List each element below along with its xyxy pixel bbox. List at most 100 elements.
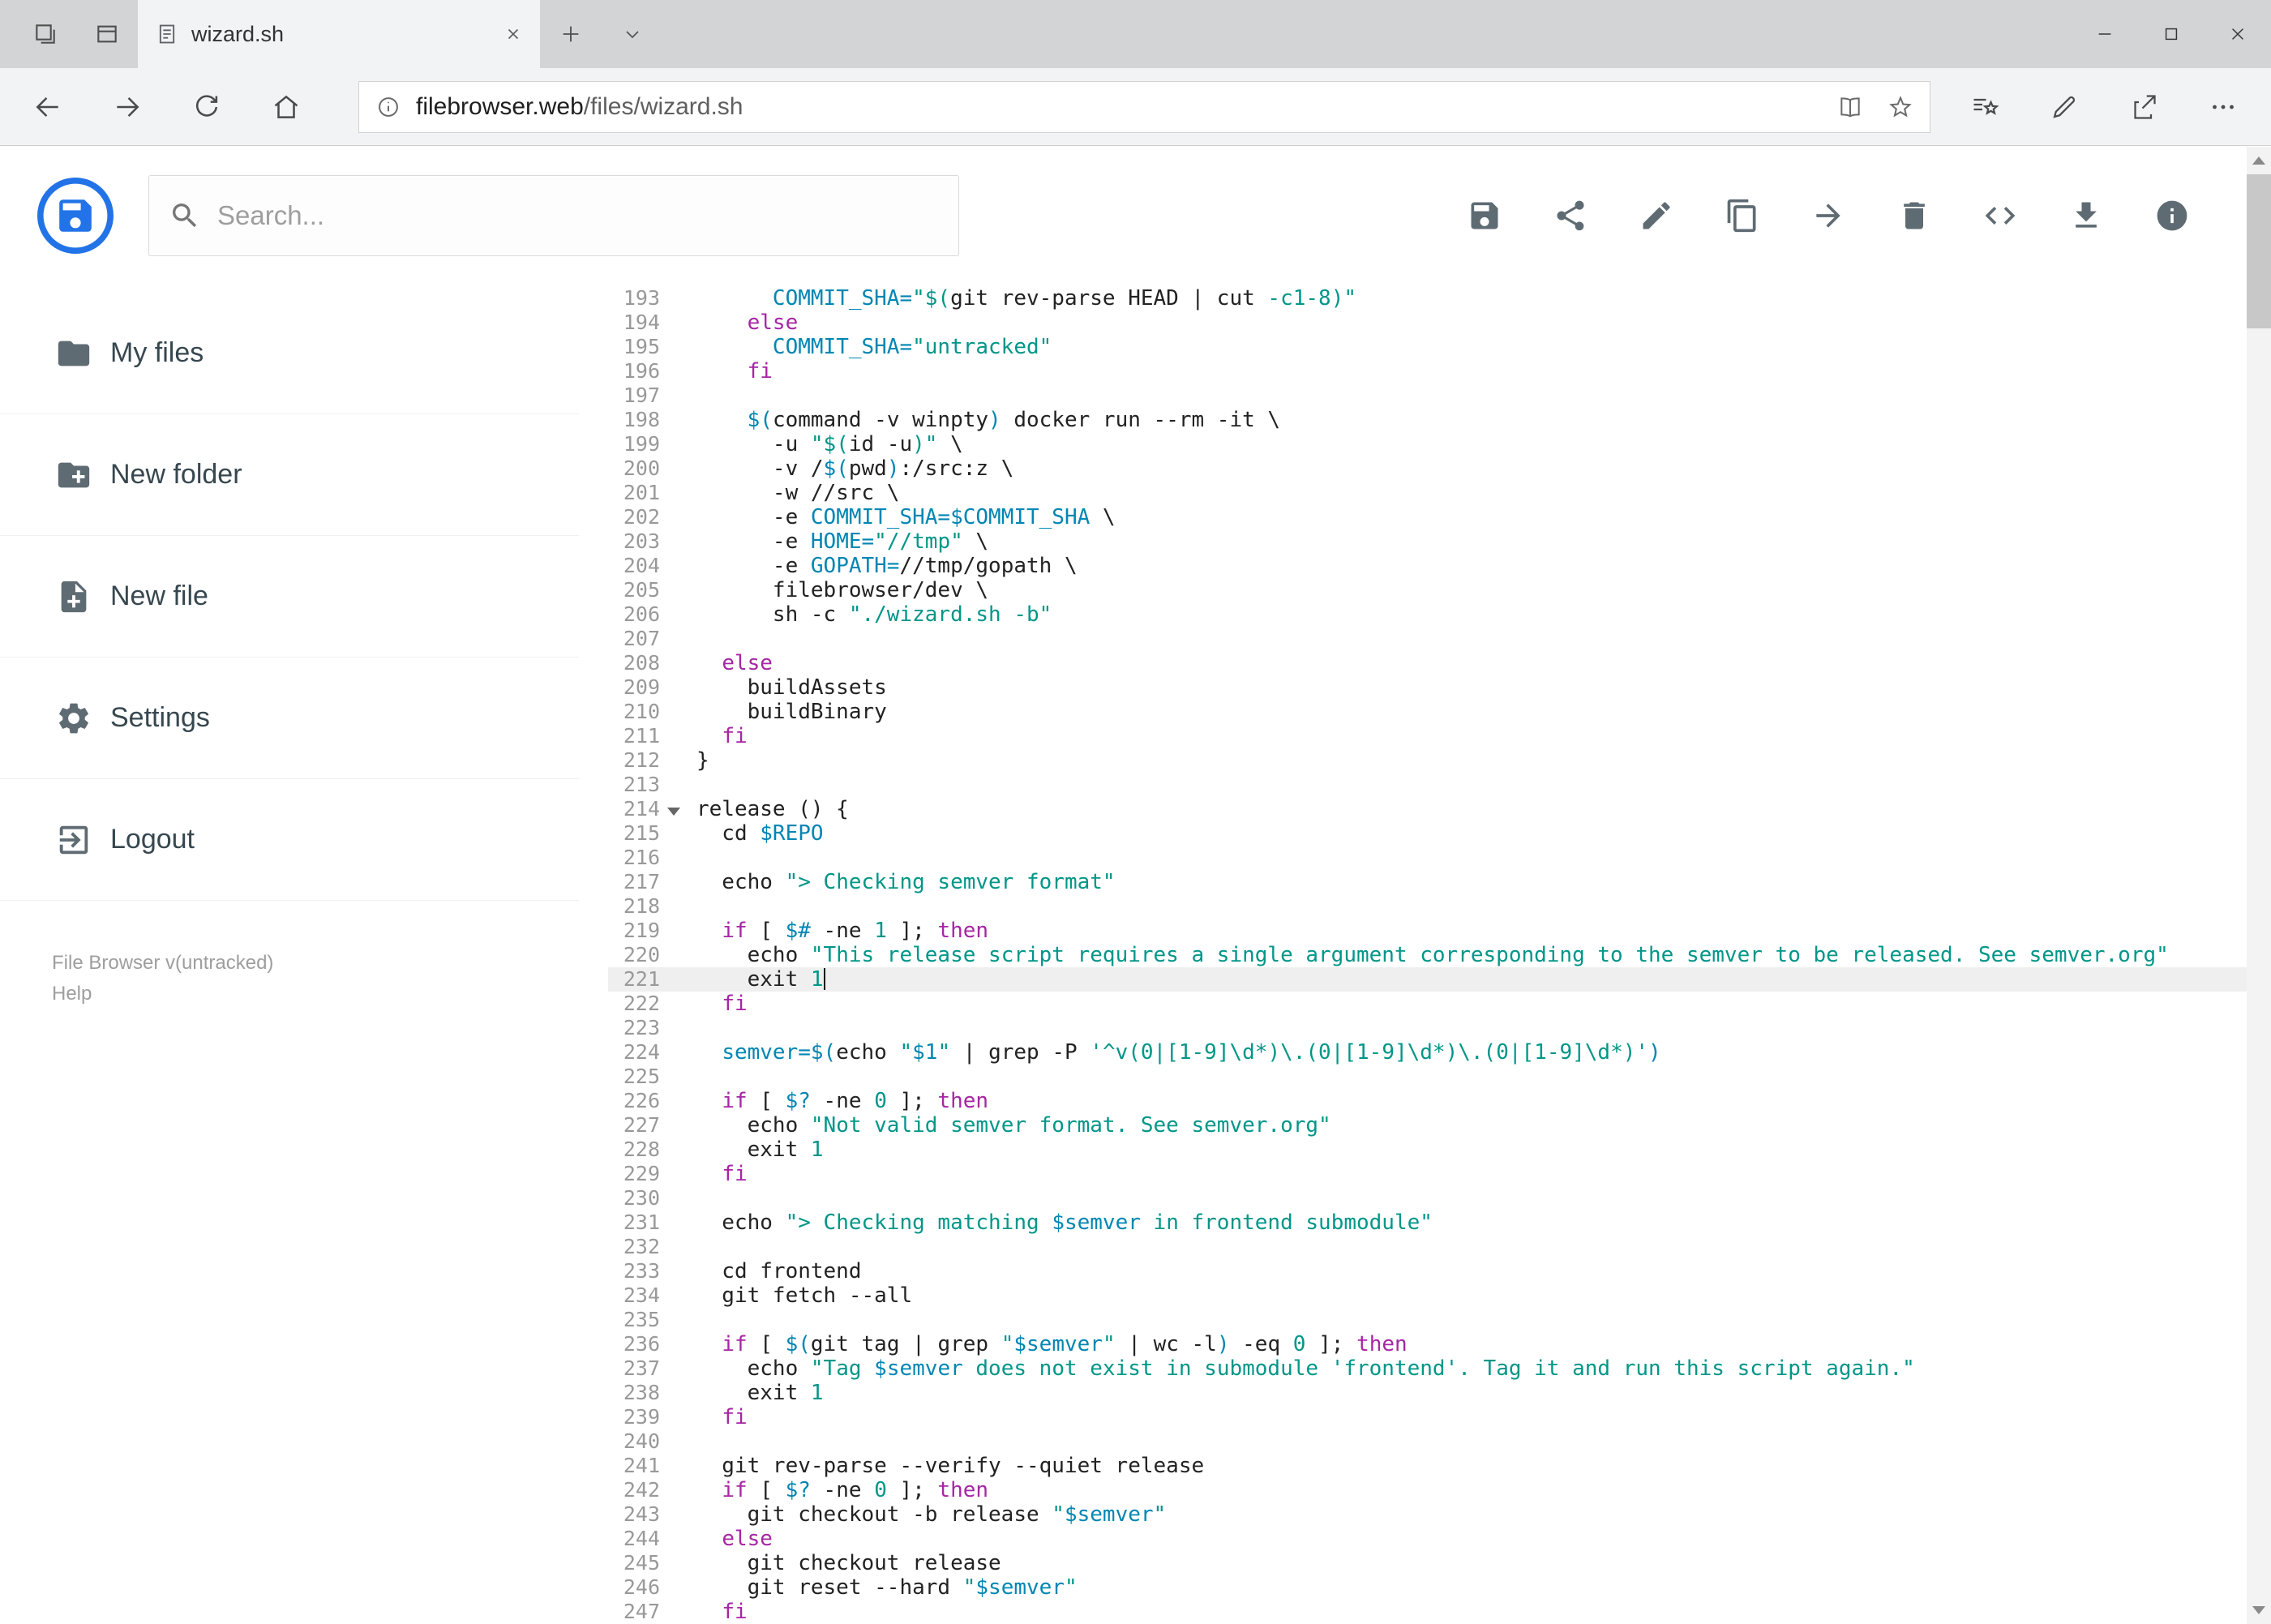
back-button[interactable] xyxy=(8,68,88,145)
add-favorite-button[interactable] xyxy=(1888,94,1913,120)
code-line-242[interactable]: 242 if [ $? -ne 0 ]; then xyxy=(608,1478,2247,1502)
code-line-215[interactable]: 215 cd $REPO xyxy=(608,821,2247,846)
code-line-205[interactable]: 205 filebrowser/dev \ xyxy=(608,578,2247,602)
code-line-202[interactable]: 202 -e COMMIT_SHA=$COMMIT_SHA \ xyxy=(608,505,2247,529)
code-editor[interactable]: 193 COMMIT_SHA="$(git rev-parse HEAD | c… xyxy=(579,285,2247,1624)
code-line-201[interactable]: 201 -w //src \ xyxy=(608,481,2247,505)
code-line-222[interactable]: 222 fi xyxy=(608,992,2247,1016)
code-line-217[interactable]: 217 echo "> Checking semver format" xyxy=(608,870,2247,894)
new-tab-button[interactable] xyxy=(540,0,602,68)
help-link[interactable]: Help xyxy=(52,983,92,1005)
code-line-233[interactable]: 233 cd frontend xyxy=(608,1259,2247,1283)
code-line-206[interactable]: 206 sh -c "./wizard.sh -b" xyxy=(608,602,2247,627)
close-window-button[interactable] xyxy=(2205,0,2271,68)
sidebar-item-my-files[interactable]: My files xyxy=(0,293,579,414)
code-line-210[interactable]: 210 buildBinary xyxy=(608,700,2247,724)
code-line-235[interactable]: 235 xyxy=(608,1308,2247,1332)
code-line-194[interactable]: 194 else xyxy=(608,311,2247,335)
filebrowser-logo[interactable] xyxy=(36,177,114,255)
set-tabs-aside-button[interactable] xyxy=(15,0,76,68)
code-line-239[interactable]: 239 fi xyxy=(608,1405,2247,1429)
share-file-button[interactable] xyxy=(1553,198,1588,234)
code-line-231[interactable]: 231 echo "> Checking matching $semver in… xyxy=(608,1211,2247,1235)
rename-button[interactable] xyxy=(1639,198,1674,234)
search-input[interactable] xyxy=(217,200,939,231)
tab-preview-chevron-button[interactable] xyxy=(602,0,663,68)
move-button[interactable] xyxy=(1810,198,1846,234)
sidebar-item-new-file[interactable]: New file xyxy=(0,536,579,658)
home-button[interactable] xyxy=(246,68,326,145)
code-line-240[interactable]: 240 xyxy=(608,1429,2247,1454)
code-line-243[interactable]: 243 git checkout -b release "$semver" xyxy=(608,1502,2247,1527)
close-tab-button[interactable] xyxy=(504,25,522,43)
code-line-193[interactable]: 193 COMMIT_SHA="$(git rev-parse HEAD | c… xyxy=(608,286,2247,311)
code-line-213[interactable]: 213 xyxy=(608,773,2247,797)
maximize-button[interactable] xyxy=(2138,0,2205,68)
code-line-199[interactable]: 199 -u "$(id -u)" \ xyxy=(608,432,2247,456)
code-line-212[interactable]: 212} xyxy=(608,748,2247,773)
code-line-209[interactable]: 209 buildAssets xyxy=(608,675,2247,700)
sidebar-item-new-folder[interactable]: New folder xyxy=(0,414,579,536)
code-line-218[interactable]: 218 xyxy=(608,894,2247,919)
code-line-241[interactable]: 241 git rev-parse --verify --quiet relea… xyxy=(608,1454,2247,1478)
code-line-204[interactable]: 204 -e GOPATH=//tmp/gopath \ xyxy=(608,554,2247,578)
code-line-228[interactable]: 228 exit 1 xyxy=(608,1138,2247,1162)
code-line-216[interactable]: 216 xyxy=(608,846,2247,870)
code-line-208[interactable]: 208 else xyxy=(608,651,2247,675)
reading-view-button[interactable] xyxy=(1837,94,1863,120)
more-options-button[interactable] xyxy=(2183,68,2263,145)
show-set-aside-tabs-button[interactable] xyxy=(76,0,138,68)
scroll-up-icon[interactable] xyxy=(2247,147,2271,174)
tab-title: wizard.sh xyxy=(191,21,285,46)
code-line-238[interactable]: 238 exit 1 xyxy=(608,1381,2247,1405)
share-button[interactable] xyxy=(2104,68,2183,145)
code-line-246[interactable]: 246 git reset --hard "$semver" xyxy=(608,1575,2247,1600)
code-line-226[interactable]: 226 if [ $? -ne 0 ]; then xyxy=(608,1089,2247,1113)
scroll-down-icon[interactable] xyxy=(2247,1596,2271,1624)
code-line-230[interactable]: 230 xyxy=(608,1186,2247,1211)
code-line-195[interactable]: 195 COMMIT_SHA="untracked" xyxy=(608,335,2247,359)
code-line-196[interactable]: 196 fi xyxy=(608,359,2247,384)
scrollbar-thumb[interactable] xyxy=(2247,174,2271,328)
code-line-227[interactable]: 227 echo "Not valid semver format. See s… xyxy=(608,1113,2247,1138)
browser-tab[interactable]: wizard.sh xyxy=(138,0,540,68)
sidebar-item-logout[interactable]: Logout xyxy=(0,779,579,901)
raw-view-button[interactable] xyxy=(1982,198,2018,234)
code-line-236[interactable]: 236 if [ $(git tag | grep "$semver" | wc… xyxy=(608,1332,2247,1356)
code-line-198[interactable]: 198 $(command -v winpty) docker run --rm… xyxy=(608,408,2247,432)
code-line-197[interactable]: 197 xyxy=(608,384,2247,408)
code-line-245[interactable]: 245 git checkout release xyxy=(608,1551,2247,1575)
code-line-232[interactable]: 232 xyxy=(608,1235,2247,1259)
web-notes-button[interactable] xyxy=(2025,68,2104,145)
code-line-234[interactable]: 234 git fetch --all xyxy=(608,1283,2247,1308)
site-info-icon[interactable] xyxy=(375,94,401,120)
copy-button[interactable] xyxy=(1725,198,1760,234)
address-bar[interactable]: filebrowser.web/files/wizard.sh xyxy=(358,80,1930,133)
code-line-207[interactable]: 207 xyxy=(608,627,2247,651)
code-line-214[interactable]: 214 release () { xyxy=(608,797,2247,821)
save-button[interactable] xyxy=(1467,198,1502,234)
code-line-220[interactable]: 220 echo "This release script requires a… xyxy=(608,943,2247,967)
code-line-237[interactable]: 237 echo "Tag $semver does not exist in … xyxy=(608,1356,2247,1381)
scrollbar[interactable] xyxy=(2247,147,2271,1624)
hub-favorites-button[interactable] xyxy=(1945,68,2025,145)
code-line-229[interactable]: 229 fi xyxy=(608,1162,2247,1186)
code-line-224[interactable]: 224 semver=$(echo "$1" | grep -P '^v(0|[… xyxy=(608,1040,2247,1065)
sidebar-item-settings[interactable]: Settings xyxy=(0,658,579,779)
code-line-203[interactable]: 203 -e HOME="//tmp" \ xyxy=(608,529,2247,554)
code-line-221[interactable]: 221 exit 1 xyxy=(608,967,2247,992)
code-line-211[interactable]: 211 fi xyxy=(608,724,2247,748)
minimize-button[interactable] xyxy=(2072,0,2138,68)
fold-arrow-icon[interactable] xyxy=(660,797,696,821)
forward-button[interactable] xyxy=(88,68,167,145)
code-line-223[interactable]: 223 xyxy=(608,1016,2247,1040)
code-line-244[interactable]: 244 else xyxy=(608,1527,2247,1551)
code-line-219[interactable]: 219 if [ $# -ne 1 ]; then xyxy=(608,919,2247,943)
code-line-247[interactable]: 247 fi xyxy=(608,1600,2247,1624)
code-line-225[interactable]: 225 xyxy=(608,1065,2247,1089)
delete-button[interactable] xyxy=(1896,198,1932,234)
info-button[interactable] xyxy=(2154,198,2190,234)
download-button[interactable] xyxy=(2068,198,2104,234)
refresh-button[interactable] xyxy=(167,68,246,145)
code-line-200[interactable]: 200 -v /$(pwd):/src:z \ xyxy=(608,456,2247,481)
